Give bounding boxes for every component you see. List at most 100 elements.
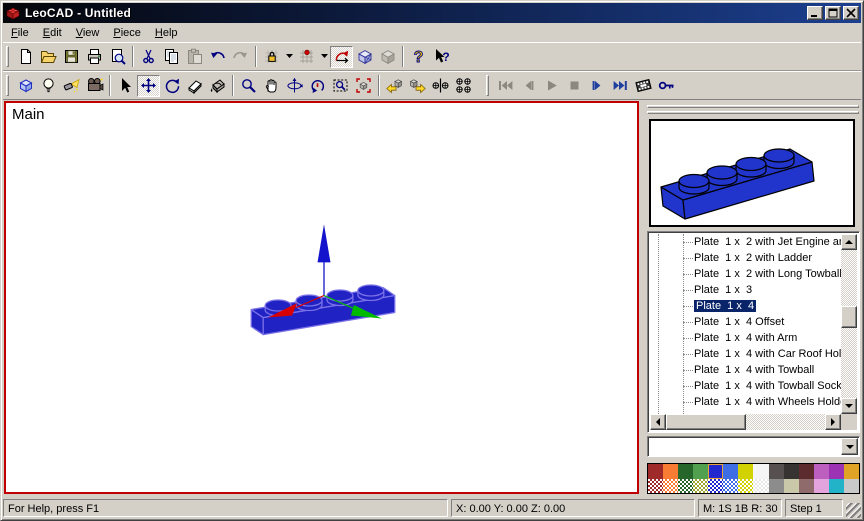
- color-swatch[interactable]: [784, 479, 799, 494]
- animation-mode-button[interactable]: [632, 75, 655, 97]
- scroll-right-button[interactable]: [825, 414, 841, 430]
- color-swatch[interactable]: [663, 464, 678, 479]
- copy-button[interactable]: [160, 46, 183, 68]
- erase-tool-button[interactable]: [183, 75, 206, 97]
- resize-grip[interactable]: [846, 503, 861, 518]
- pan-tool-button[interactable]: [260, 75, 283, 97]
- color-swatch[interactable]: [723, 479, 738, 494]
- color-swatch[interactable]: [738, 479, 753, 494]
- rotate-view-tool-button[interactable]: [283, 75, 306, 97]
- add-light-button[interactable]: [37, 75, 60, 97]
- color-swatch[interactable]: [708, 479, 723, 494]
- color-swatch[interactable]: [829, 464, 844, 479]
- save-button[interactable]: [60, 46, 83, 68]
- panel-splitter[interactable]: [647, 111, 859, 114]
- add-spotlight-button[interactable]: [60, 75, 83, 97]
- tree-item[interactable]: Plate 1 x 4 with Wheels Holde: [650, 394, 841, 410]
- previous-piece-button[interactable]: [383, 75, 406, 97]
- add-camera-button[interactable]: [83, 75, 106, 97]
- color-swatch[interactable]: [784, 464, 799, 479]
- pieces-tree-list[interactable]: Plate 1 x 2 with Jet Engine anPlate 1 x …: [650, 234, 841, 414]
- paint-tool-button[interactable]: [206, 75, 229, 97]
- tree-item[interactable]: Plate 1 x 4 with Towball Sock: [650, 378, 841, 394]
- tree-item[interactable]: Plate 1 x 4 with Towball: [650, 362, 841, 378]
- color-swatch[interactable]: [799, 479, 814, 494]
- color-swatch[interactable]: [708, 464, 723, 479]
- perspective-button[interactable]: [353, 46, 376, 68]
- color-swatch[interactable]: [738, 464, 753, 479]
- color-swatch[interactable]: [663, 479, 678, 494]
- menu-piece[interactable]: Piece: [106, 25, 148, 41]
- piece-mirror-button[interactable]: [429, 75, 452, 97]
- color-swatch[interactable]: [648, 464, 663, 479]
- color-swatch[interactable]: [693, 479, 708, 494]
- combo-dropdown-button[interactable]: [841, 438, 858, 455]
- roll-tool-button[interactable]: [306, 75, 329, 97]
- scroll-thumb[interactable]: [841, 306, 857, 328]
- pieces-tree[interactable]: Plate 1 x 2 with Jet Engine anPlate 1 x …: [647, 231, 860, 433]
- tree-item[interactable]: Plate 1 x 4 Offset: [650, 314, 841, 330]
- color-swatch[interactable]: [844, 464, 859, 479]
- scroll-up-button[interactable]: [841, 234, 857, 250]
- menu-help[interactable]: Help: [148, 25, 185, 41]
- title-bar[interactable]: LeoCAD - Untitled: [3, 3, 861, 23]
- select-tool-button[interactable]: [114, 75, 137, 97]
- rotate-tool-button[interactable]: [160, 75, 183, 97]
- add-keys-button[interactable]: [655, 75, 678, 97]
- color-swatch[interactable]: [769, 464, 784, 479]
- tree-horizontal-scrollbar[interactable]: [650, 414, 841, 430]
- color-swatch[interactable]: [723, 464, 738, 479]
- piece-array-button[interactable]: [452, 75, 475, 97]
- undo-button[interactable]: [206, 46, 229, 68]
- orthographic-button[interactable]: [376, 46, 399, 68]
- color-swatch[interactable]: [814, 479, 829, 494]
- tree-item[interactable]: Plate 1 x 4: [650, 298, 841, 314]
- color-swatch[interactable]: [693, 464, 708, 479]
- color-swatch[interactable]: [799, 464, 814, 479]
- color-swatch[interactable]: [829, 479, 844, 494]
- zoom-tool-button[interactable]: [237, 75, 260, 97]
- next-piece-button[interactable]: [406, 75, 429, 97]
- add-piece-button[interactable]: [14, 75, 37, 97]
- context-help-button[interactable]: ?: [430, 46, 453, 68]
- tree-vertical-scrollbar[interactable]: [841, 234, 857, 414]
- print-preview-button[interactable]: [106, 46, 129, 68]
- piece-group-combobox[interactable]: [647, 436, 860, 457]
- color-palette[interactable]: [647, 463, 860, 494]
- last-step-button[interactable]: [609, 75, 632, 97]
- main-viewport[interactable]: Main: [4, 101, 639, 494]
- snap-move-dropdown[interactable]: [318, 46, 330, 68]
- color-swatch[interactable]: [814, 464, 829, 479]
- tree-item[interactable]: Plate 1 x 2 with Ladder: [650, 250, 841, 266]
- color-swatch[interactable]: [678, 464, 693, 479]
- piece-group-value[interactable]: [648, 437, 840, 456]
- toolbar-grip[interactable]: [5, 46, 10, 67]
- zoom-region-tool-button[interactable]: [329, 75, 352, 97]
- scroll-down-button[interactable]: [841, 398, 857, 414]
- close-button[interactable]: [843, 6, 859, 20]
- piece-preview[interactable]: [649, 119, 855, 227]
- scroll-left-button[interactable]: [650, 414, 666, 430]
- toolbar-grip[interactable]: [5, 75, 10, 96]
- color-swatch[interactable]: [769, 479, 784, 494]
- menu-edit[interactable]: Edit: [36, 25, 69, 41]
- lock-axes-button[interactable]: [260, 46, 283, 68]
- snap-move-button[interactable]: [295, 46, 318, 68]
- color-swatch[interactable]: [844, 479, 859, 494]
- new-file-button[interactable]: [14, 46, 37, 68]
- snap-angle-button[interactable]: [330, 46, 353, 68]
- color-swatch[interactable]: [678, 479, 693, 494]
- move-tool-button[interactable]: [137, 75, 160, 97]
- tree-item[interactable]: Plate 1 x 4 with Arm: [650, 330, 841, 346]
- scroll-thumb[interactable]: [666, 414, 746, 430]
- menu-view[interactable]: View: [69, 25, 107, 41]
- toolbar-grip[interactable]: [485, 75, 490, 96]
- tree-item[interactable]: Plate 1 x 3: [650, 282, 841, 298]
- lock-axes-dropdown[interactable]: [283, 46, 295, 68]
- tree-item[interactable]: Plate 1 x 2 with Jet Engine an: [650, 234, 841, 250]
- minimize-button[interactable]: [807, 6, 823, 20]
- open-file-button[interactable]: [37, 46, 60, 68]
- print-button[interactable]: [83, 46, 106, 68]
- tree-item[interactable]: Plate 1 x 2 with Long Towball: [650, 266, 841, 282]
- maximize-button[interactable]: [825, 6, 841, 20]
